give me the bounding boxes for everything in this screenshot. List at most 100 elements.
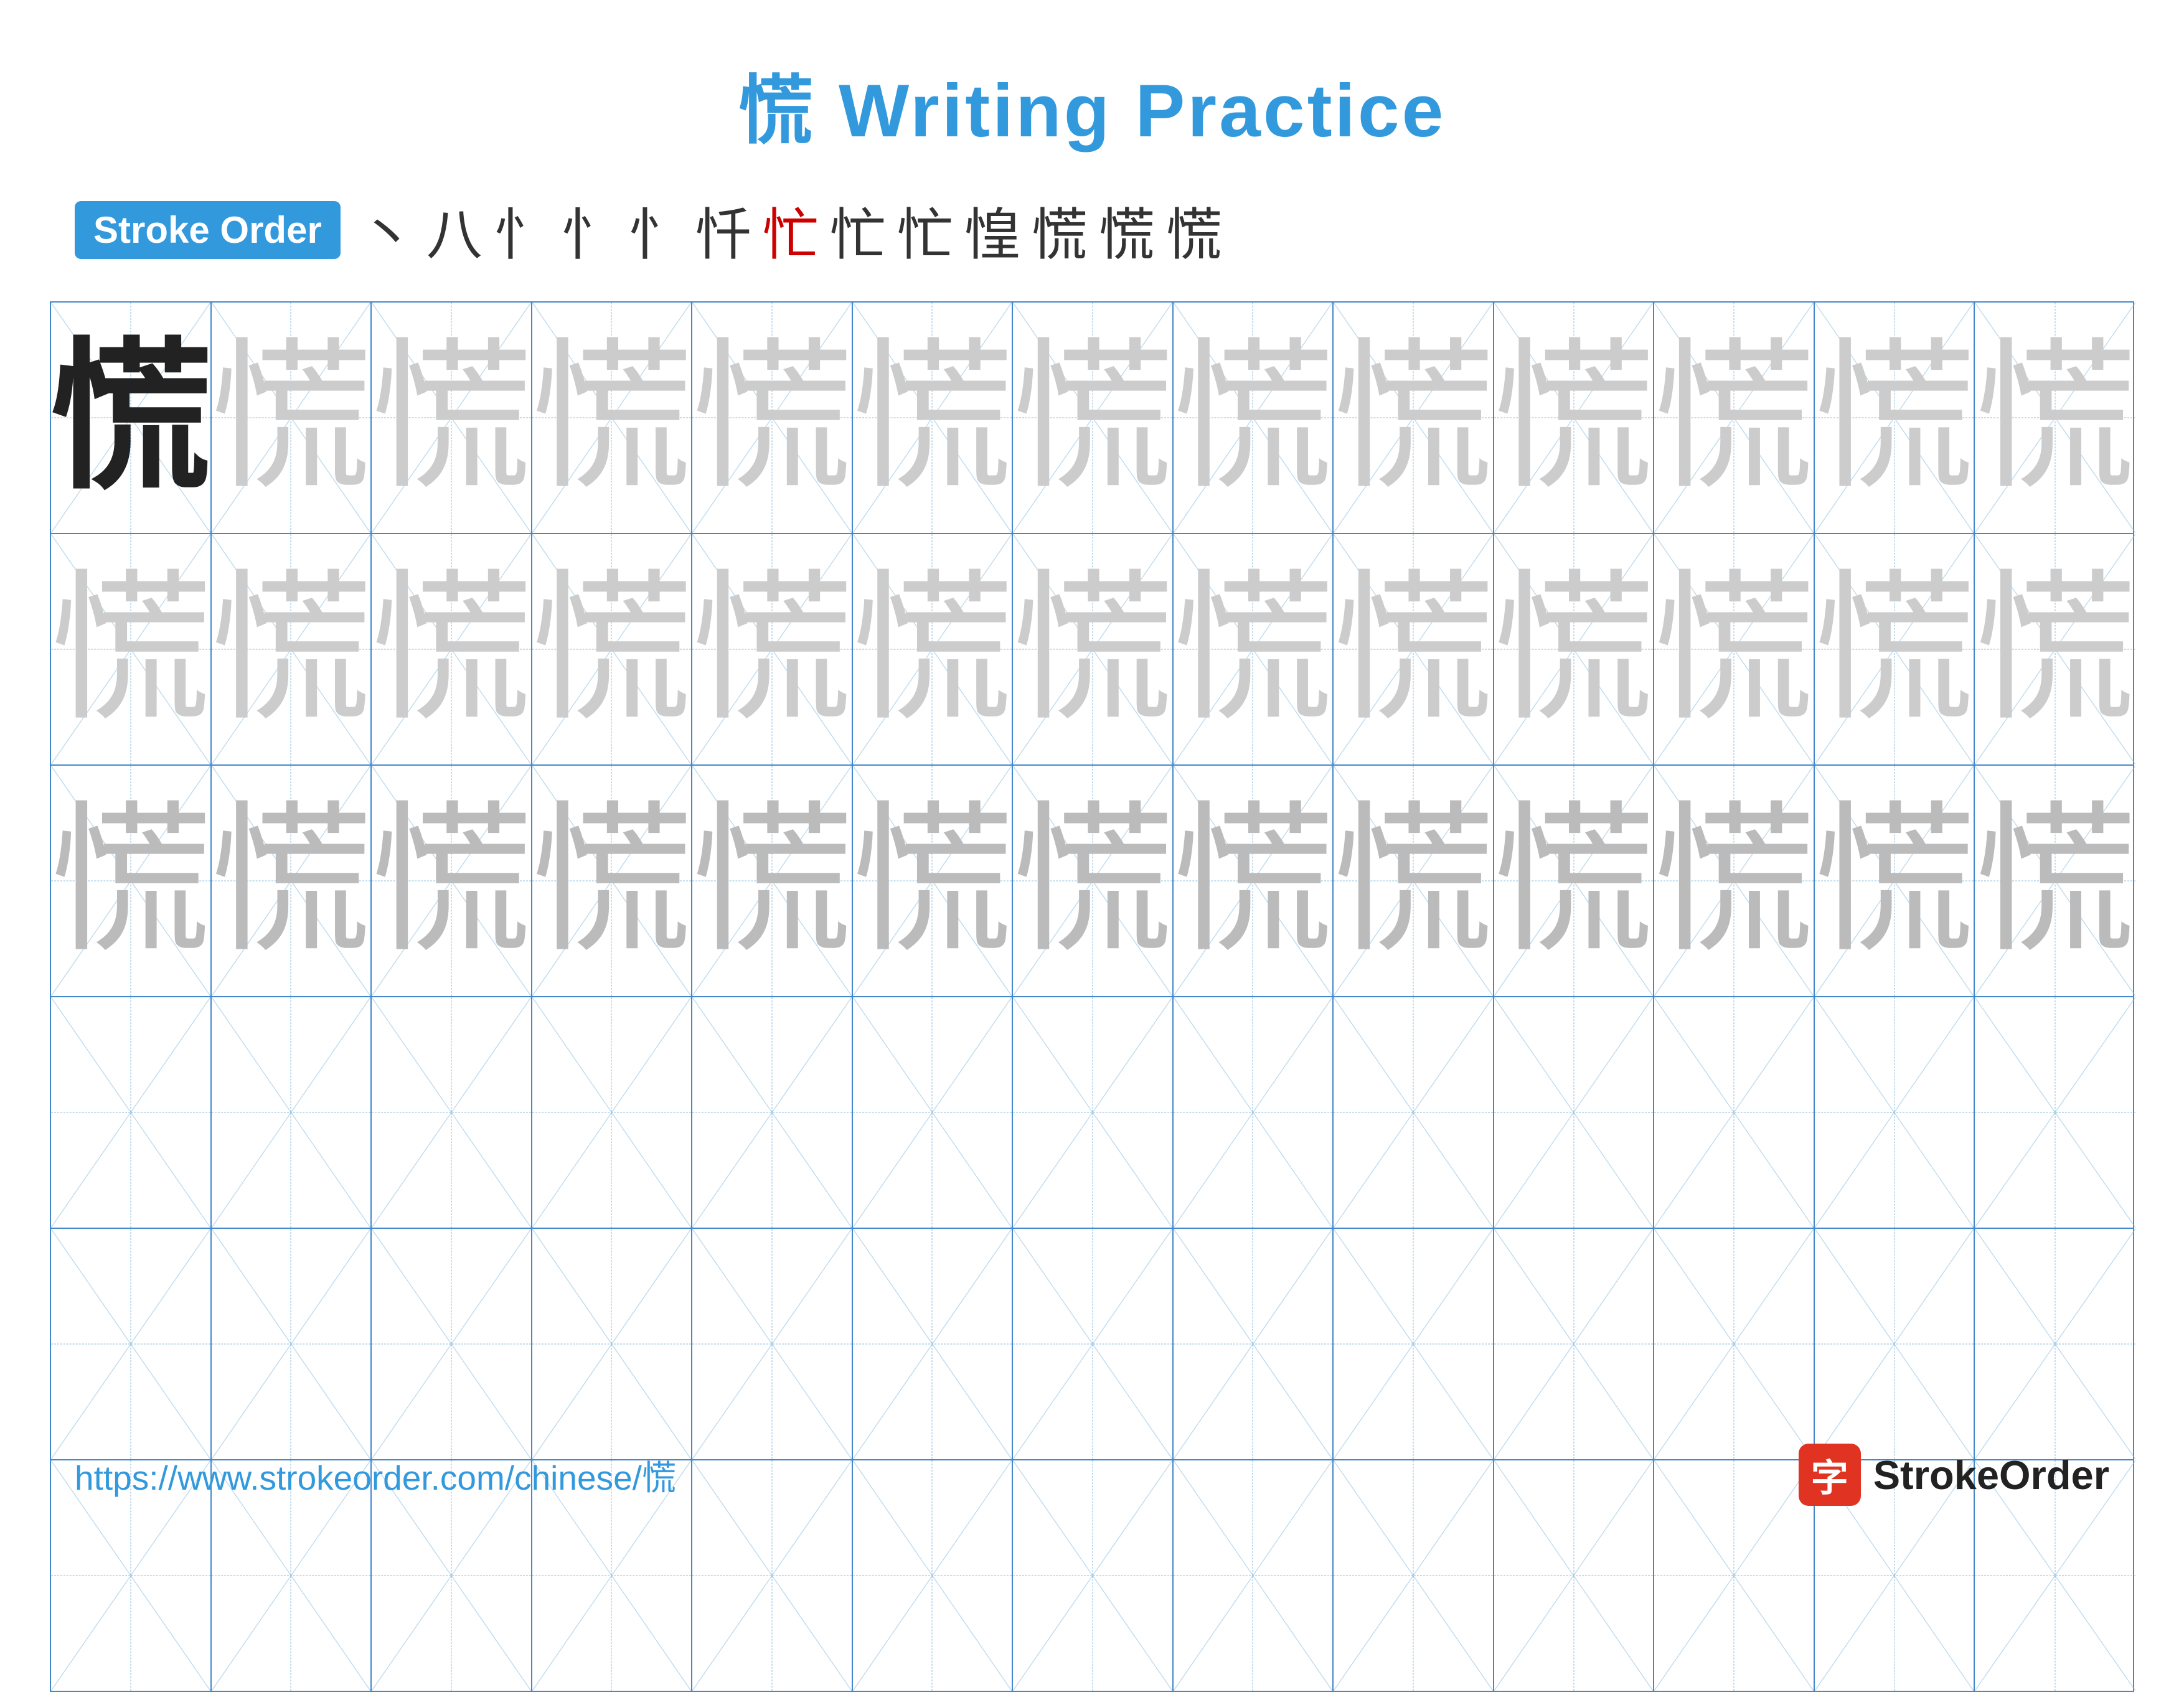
cell-5-12[interactable] xyxy=(1815,1229,1975,1459)
cell-2-11[interactable]: 慌 xyxy=(1654,534,1815,764)
cell-2-4[interactable]: 慌 xyxy=(532,534,693,764)
char-guide: 慌 xyxy=(1494,337,1655,499)
char-guide: 慌 xyxy=(1013,800,1174,962)
cell-2-12[interactable]: 慌 xyxy=(1815,534,1975,764)
cell-2-6[interactable]: 慌 xyxy=(853,534,1014,764)
char-guide: 慌 xyxy=(212,337,372,499)
cell-1-2[interactable]: 慌 xyxy=(212,303,372,533)
cell-5-9[interactable] xyxy=(1334,1229,1494,1459)
cell-5-7[interactable] xyxy=(1013,1229,1174,1459)
cell-2-13[interactable]: 慌 xyxy=(1975,534,2135,764)
cell-5-11[interactable] xyxy=(1654,1229,1815,1459)
char-guide: 慌 xyxy=(1013,337,1174,499)
cell-2-3[interactable]: 慌 xyxy=(372,534,532,764)
cell-4-7[interactable] xyxy=(1013,997,1174,1228)
cell-1-9[interactable]: 慌 xyxy=(1334,303,1494,533)
char-guide: 慌 xyxy=(1975,337,2135,499)
cell-3-13[interactable]: 慌 xyxy=(1975,766,2135,996)
grid-row-1: 慌 慌 慌 慌 慌 慌 慌 慌 慌 慌 慌 慌 慌 xyxy=(51,303,2133,534)
cell-4-12[interactable] xyxy=(1815,997,1975,1228)
cell-2-7[interactable]: 慌 xyxy=(1013,534,1174,764)
cell-5-6[interactable] xyxy=(853,1229,1014,1459)
cell-3-1[interactable]: 慌 xyxy=(51,766,212,996)
cell-3-6[interactable]: 慌 xyxy=(853,766,1014,996)
cell-4-13[interactable] xyxy=(1975,997,2135,1228)
cell-2-8[interactable]: 慌 xyxy=(1174,534,1334,764)
char-guide: 慌 xyxy=(372,800,532,962)
stroke-4: 忄 xyxy=(561,189,617,270)
cell-5-1[interactable] xyxy=(51,1229,212,1459)
cell-1-7[interactable]: 慌 xyxy=(1013,303,1174,533)
cell-2-10[interactable]: 慌 xyxy=(1494,534,1655,764)
logo-icon: 字 xyxy=(1799,1444,1861,1506)
cell-4-11[interactable] xyxy=(1654,997,1815,1228)
footer-logo: 字 StrokeOrder xyxy=(1799,1444,2109,1506)
cell-3-5[interactable]: 慌 xyxy=(692,766,853,996)
char-guide: 慌 xyxy=(1654,568,1815,730)
cell-4-3[interactable] xyxy=(372,997,532,1228)
cell-4-9[interactable] xyxy=(1334,997,1494,1228)
cell-3-4[interactable]: 慌 xyxy=(532,766,693,996)
char-guide: 慌 xyxy=(532,568,693,730)
cell-5-3[interactable] xyxy=(372,1229,532,1459)
cell-1-6[interactable]: 慌 xyxy=(853,303,1014,533)
cell-4-4[interactable] xyxy=(532,997,693,1228)
char-guide: 慌 xyxy=(372,568,532,730)
cell-3-10[interactable]: 慌 xyxy=(1494,766,1655,996)
grid-row-5 xyxy=(51,1229,2133,1460)
cell-2-5[interactable]: 慌 xyxy=(692,534,853,764)
char-guide: 慌 xyxy=(1494,568,1655,730)
cell-1-1[interactable]: 慌 xyxy=(51,303,212,533)
char-guide: 慌 xyxy=(1174,568,1334,730)
cell-1-4[interactable]: 慌 xyxy=(532,303,693,533)
char-guide: 慌 xyxy=(1815,800,1975,962)
stroke-12: 慌 xyxy=(1099,189,1155,270)
stroke-2: 八 xyxy=(426,189,482,270)
cell-3-11[interactable]: 慌 xyxy=(1654,766,1815,996)
footer-url[interactable]: https://www.strokeorder.com/chinese/慌 xyxy=(75,1450,676,1500)
char-guide: 慌 xyxy=(1334,337,1494,499)
cell-5-4[interactable] xyxy=(532,1229,693,1459)
cell-1-8[interactable]: 慌 xyxy=(1174,303,1334,533)
cell-4-5[interactable] xyxy=(692,997,853,1228)
char-guide: 慌 xyxy=(532,800,693,962)
cell-1-10[interactable]: 慌 xyxy=(1494,303,1655,533)
cell-5-2[interactable] xyxy=(212,1229,372,1459)
char-guide: 慌 xyxy=(853,800,1014,962)
char-guide: 慌 xyxy=(692,800,853,962)
cell-3-2[interactable]: 慌 xyxy=(212,766,372,996)
cell-1-13[interactable]: 慌 xyxy=(1975,303,2135,533)
char-guide: 慌 xyxy=(853,568,1014,730)
cell-4-6[interactable] xyxy=(853,997,1014,1228)
cell-4-1[interactable] xyxy=(51,997,212,1228)
cell-1-11[interactable]: 慌 xyxy=(1654,303,1815,533)
char-guide: 慌 xyxy=(1654,800,1815,962)
cell-1-3[interactable]: 慌 xyxy=(372,303,532,533)
cell-1-12[interactable]: 慌 xyxy=(1815,303,1975,533)
stroke-13: 慌 xyxy=(1166,189,1222,270)
logo-text: StrokeOrder xyxy=(1873,1452,2109,1498)
stroke-order-section: Stroke Order 丶 八 忄 忄 忄 忏 忙 忙 忙 惶 慌 慌 慌 xyxy=(0,158,2184,289)
char-guide: 慌 xyxy=(1334,800,1494,962)
cell-3-9[interactable]: 慌 xyxy=(1334,766,1494,996)
cell-2-9[interactable]: 慌 xyxy=(1334,534,1494,764)
cell-5-8[interactable] xyxy=(1174,1229,1334,1459)
cell-4-2[interactable] xyxy=(212,997,372,1228)
cell-3-12[interactable]: 慌 xyxy=(1815,766,1975,996)
cell-2-1[interactable]: 慌 xyxy=(51,534,212,764)
stroke-11: 慌 xyxy=(1032,189,1088,270)
cell-4-10[interactable] xyxy=(1494,997,1655,1228)
cell-3-3[interactable]: 慌 xyxy=(372,766,532,996)
cell-3-8[interactable]: 慌 xyxy=(1174,766,1334,996)
stroke-8: 忙 xyxy=(830,189,886,270)
cell-5-5[interactable] xyxy=(692,1229,853,1459)
cell-3-7[interactable]: 慌 xyxy=(1013,766,1174,996)
cell-5-13[interactable] xyxy=(1975,1229,2135,1459)
cell-5-10[interactable] xyxy=(1494,1229,1655,1459)
cell-1-5[interactable]: 慌 xyxy=(692,303,853,533)
cell-2-2[interactable]: 慌 xyxy=(212,534,372,764)
char-guide: 慌 xyxy=(1654,337,1815,499)
stroke-7: 忙 xyxy=(763,189,819,270)
cell-4-8[interactable] xyxy=(1174,997,1334,1228)
char-guide: 慌 xyxy=(1013,568,1174,730)
